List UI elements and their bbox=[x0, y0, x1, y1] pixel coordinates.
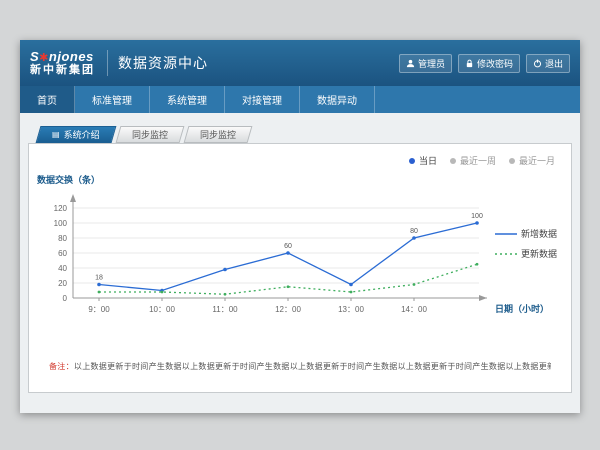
filter-today[interactable]: 当日 bbox=[409, 154, 437, 167]
svg-text:10：00: 10：00 bbox=[149, 305, 175, 314]
nav-item-data-change[interactable]: 数据异动 bbox=[300, 86, 375, 113]
svg-text:40: 40 bbox=[58, 264, 67, 273]
page-title: 数据资源中心 bbox=[118, 53, 208, 73]
svg-text:18: 18 bbox=[95, 275, 103, 282]
user-button[interactable]: 管理员 bbox=[399, 54, 452, 73]
svg-text:更新数据: 更新数据 bbox=[521, 248, 557, 259]
filter-last-week[interactable]: 最近一周 bbox=[450, 154, 496, 167]
app-header: S✱njones 新中新集团 数据资源中心 管理员 修改密码 退出 bbox=[20, 40, 580, 86]
svg-text:日期（小时）: 日期（小时） bbox=[495, 303, 549, 314]
y-axis-title: 数据交换（条） bbox=[37, 173, 100, 186]
document-icon: ▤ bbox=[52, 130, 60, 139]
svg-text:120: 120 bbox=[54, 204, 68, 213]
filter-dot bbox=[450, 158, 456, 164]
filter-last-month[interactable]: 最近一月 bbox=[509, 154, 555, 167]
nav-item-system-mgmt[interactable]: 系统管理 bbox=[150, 86, 225, 113]
svg-text:80: 80 bbox=[410, 228, 418, 235]
content-area: ▤系统介绍 同步监控 同步监控 当日 最近一周 最近一月 数据交换（条） 0 20… bbox=[20, 113, 580, 413]
logo-subtitle: 新中新集团 bbox=[30, 64, 95, 76]
svg-text:60: 60 bbox=[58, 249, 67, 258]
svg-text:80: 80 bbox=[58, 234, 67, 243]
tab-sync-monitor-2[interactable]: 同步监控 bbox=[183, 126, 252, 143]
tab-bar: ▤系统介绍 同步监控 同步监控 bbox=[38, 126, 250, 143]
header-actions: 管理员 修改密码 退出 bbox=[399, 54, 570, 73]
svg-text:0: 0 bbox=[63, 294, 68, 303]
tab-system-intro[interactable]: ▤系统介绍 bbox=[36, 126, 116, 143]
logo: S✱njones 新中新集团 bbox=[30, 50, 95, 76]
svg-text:14：00: 14：00 bbox=[401, 305, 427, 314]
svg-text:20: 20 bbox=[58, 279, 67, 288]
svg-text:100: 100 bbox=[471, 213, 483, 220]
header-divider bbox=[107, 50, 108, 76]
svg-text:12：00: 12：00 bbox=[275, 305, 301, 314]
svg-text:9：00: 9：00 bbox=[88, 305, 110, 314]
user-icon bbox=[406, 59, 415, 68]
chart-panel: 当日 最近一周 最近一月 数据交换（条） 0 20 40 60 80 100 120 9：00… bbox=[28, 143, 572, 393]
main-nav: 首页 标准管理 系统管理 对接管理 数据异动 bbox=[20, 86, 580, 113]
svg-text:新增数据: 新增数据 bbox=[521, 228, 557, 239]
change-password-button[interactable]: 修改密码 bbox=[458, 54, 520, 73]
svg-text:60: 60 bbox=[284, 243, 292, 250]
power-icon bbox=[533, 59, 542, 68]
footnote: 备注：以上数据更新于时间产生数据以上数据更新于时间产生数据以上数据更新于时间产生… bbox=[49, 361, 551, 372]
range-filter-legend: 当日 最近一周 最近一月 bbox=[409, 154, 555, 167]
nav-item-home[interactable]: 首页 bbox=[20, 86, 75, 113]
line-chart: 0 20 40 60 80 100 120 9：00 10：00 11：00 12：00 13：00 1… bbox=[29, 190, 571, 340]
svg-text:100: 100 bbox=[54, 219, 68, 228]
tab-sync-monitor-1[interactable]: 同步监控 bbox=[115, 126, 184, 143]
lock-icon bbox=[465, 59, 474, 68]
logo-star-icon: ✱ bbox=[39, 52, 49, 64]
svg-text:11：00: 11：00 bbox=[212, 305, 238, 314]
filter-dot bbox=[509, 158, 515, 164]
footnote-prefix: 备注： bbox=[49, 362, 74, 371]
svg-text:13：00: 13：00 bbox=[338, 305, 364, 314]
nav-item-standard-mgmt[interactable]: 标准管理 bbox=[75, 86, 150, 113]
app-window: S✱njones 新中新集团 数据资源中心 管理员 修改密码 退出 首页 标准管… bbox=[20, 40, 580, 413]
logout-button[interactable]: 退出 bbox=[526, 54, 570, 73]
nav-item-connect-mgmt[interactable]: 对接管理 bbox=[225, 86, 300, 113]
filter-dot bbox=[409, 158, 415, 164]
logo-text: S✱njones bbox=[30, 50, 95, 64]
